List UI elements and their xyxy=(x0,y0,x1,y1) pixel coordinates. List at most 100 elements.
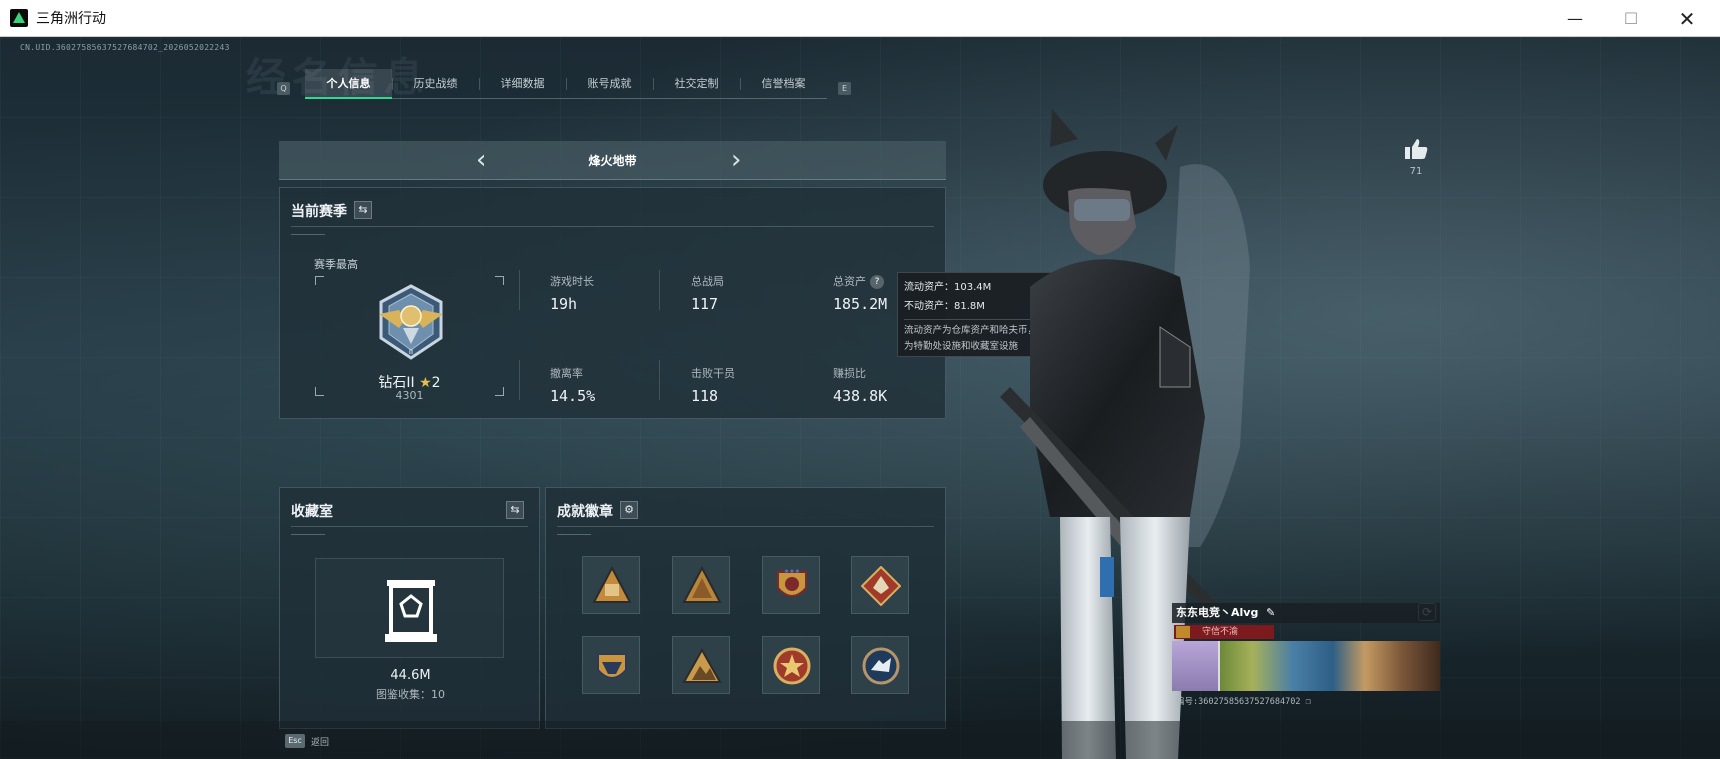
edit-icon[interactable]: ✎ xyxy=(1266,606,1275,619)
profile-card[interactable]: 东东电竞丶Alvg ✎ 守信不渝 编号:36027585637527684702… xyxy=(1172,603,1440,709)
collection-title: 收藏室 xyxy=(291,504,333,520)
display-case-icon xyxy=(385,580,437,642)
stat-label: 赚损比 xyxy=(833,367,866,380)
achievement-badges-panel[interactable]: 成就徽章 ⚙ ★★★ xyxy=(545,487,946,729)
stat-separator xyxy=(519,360,520,400)
achievement-badge[interactable] xyxy=(582,636,640,694)
divider-accent xyxy=(557,534,591,535)
achievement-badge[interactable] xyxy=(851,556,909,614)
tab-social-custom[interactable]: 社交定制 xyxy=(653,69,740,99)
profile-uid: 编号:36027585637527684702 ❐ xyxy=(1176,695,1311,707)
window-title: 三角洲行动 xyxy=(36,10,106,26)
achievement-badge[interactable]: ★★★ xyxy=(762,556,820,614)
triangle-badge-icon xyxy=(592,566,632,603)
mode-next-button[interactable]: › xyxy=(731,147,741,173)
achievements-title: 成就徽章 xyxy=(557,504,613,520)
minimize-button[interactable]: — xyxy=(1547,0,1603,37)
stat-separator xyxy=(659,270,660,310)
profile-name: 东东电竞丶Alvg xyxy=(1176,606,1259,619)
mode-label: 烽火地带 xyxy=(588,154,637,168)
divider xyxy=(291,526,528,527)
divider xyxy=(291,226,934,227)
achievement-badge[interactable] xyxy=(851,636,909,694)
esc-key[interactable]: Esc xyxy=(285,734,305,748)
diamond-rank-badge-icon: II xyxy=(379,284,443,360)
season-high-label: 赛季最高 xyxy=(314,258,358,271)
title-emblem-icon xyxy=(1176,626,1190,638)
mountain-badge-icon xyxy=(682,647,722,683)
stat-value: 117 xyxy=(691,295,719,313)
copy-icon[interactable]: ❐ xyxy=(1306,697,1311,707)
season-switch-button[interactable]: ⇆ xyxy=(354,201,372,219)
stat-operators-defeated: 击败干员 118 xyxy=(691,365,735,405)
achievement-badge[interactable] xyxy=(672,556,730,614)
collection-room-panel[interactable]: 收藏室 ⇆ 44.6M 图鉴收集：10 xyxy=(279,487,540,729)
wolf-circle-badge-icon xyxy=(862,647,900,685)
app-logo-icon xyxy=(10,9,28,27)
frame-corner xyxy=(495,276,504,285)
tab-history[interactable]: 历史战绩 xyxy=(392,69,479,99)
achievement-badge[interactable] xyxy=(672,636,730,694)
window-titlebar: 三角洲行动 — ☐ ✕ xyxy=(0,0,1720,37)
stat-total-matches: 总战局 117 xyxy=(691,273,724,313)
tab-personal-info[interactable]: 个人信息 xyxy=(305,69,392,99)
emblem-badge-icon xyxy=(597,653,627,679)
achievement-badge[interactable] xyxy=(762,636,820,694)
collection-switch-button[interactable]: ⇆ xyxy=(506,501,524,519)
maximize-button[interactable]: ☐ xyxy=(1603,0,1659,37)
game-viewport: CN.UID.36027585637527684702_202605202224… xyxy=(0,37,1720,759)
divider xyxy=(557,526,934,527)
stat-label: 总战局 xyxy=(691,275,724,288)
stat-label: 游戏时长 xyxy=(550,275,594,288)
back-label[interactable]: 返回 xyxy=(311,735,329,748)
stat-extraction-rate: 撤离率 14.5% xyxy=(550,365,595,405)
like-count: 71 xyxy=(1409,166,1423,177)
star-circle-badge-icon xyxy=(773,647,811,685)
thumbs-up-icon[interactable] xyxy=(1404,138,1428,160)
svg-text:II: II xyxy=(409,348,413,356)
tab-next-key[interactable]: E xyxy=(838,82,851,95)
rank-score: 4301 xyxy=(395,389,424,402)
player-uid: CN.UID.36027585637527684702_202605202224… xyxy=(20,43,230,52)
stat-label: 撤离率 xyxy=(550,367,583,380)
pyramid-badge-icon xyxy=(682,566,722,603)
stat-label: 总资产? xyxy=(833,273,887,289)
profile-uid-text: 编号:36027585637527684702 xyxy=(1176,697,1301,707)
divider-accent xyxy=(291,534,325,535)
avatar[interactable] xyxy=(1172,641,1220,691)
achievements-settings-button[interactable]: ⚙ xyxy=(620,501,638,519)
stat-value: 118 xyxy=(691,387,719,405)
shield-star-badge-icon: ★★★ xyxy=(777,568,807,597)
achievement-badge[interactable] xyxy=(582,556,640,614)
tab-account-achievements[interactable]: 账号成就 xyxy=(566,69,653,99)
stat-profit-loss: 赚损比 438.8K xyxy=(833,365,887,405)
bottom-bar xyxy=(0,721,1720,759)
frame-corner xyxy=(315,276,324,285)
current-season-panel: 当前赛季 ⇆ 赛季最高 II 钻石II ★2 4301 游戏时长 19h 总战局… xyxy=(279,187,946,419)
stat-value: 14.5% xyxy=(550,387,596,405)
profile-name-row: 东东电竞丶Alvg ✎ xyxy=(1172,603,1440,623)
stat-label-text: 总资产 xyxy=(833,275,866,288)
season-title: 当前赛季 xyxy=(291,204,347,220)
collection-count: 图鉴收集：10 xyxy=(376,688,445,701)
stat-value: 438.8K xyxy=(833,387,888,405)
collection-value: 44.6M xyxy=(390,668,431,683)
stat-separator xyxy=(659,360,660,400)
help-icon[interactable]: ? xyxy=(870,275,884,289)
stat-value: 19h xyxy=(550,295,578,313)
stat-label: 击败干员 xyxy=(691,367,735,380)
rank-frame: II 钻石II ★2 4301 xyxy=(315,276,504,402)
tab-detailed-data[interactable]: 详细数据 xyxy=(479,69,566,99)
gear-icon: ⚙ xyxy=(624,503,634,516)
stat-separator xyxy=(519,270,520,310)
tab-credit-record[interactable]: 信誉档案 xyxy=(740,69,827,99)
divider-accent xyxy=(291,234,325,235)
stat-total-assets: 总资产? 185.2M xyxy=(833,273,887,313)
like-widget[interactable]: 71 xyxy=(1401,138,1431,177)
mode-selector: ‹ 烽火地带 › xyxy=(279,141,946,180)
wolf-diamond-badge-icon xyxy=(861,566,901,606)
stat-play-time: 游戏时长 19h xyxy=(550,273,594,313)
tab-prev-key[interactable]: Q xyxy=(277,82,290,95)
tab-bar: 个人信息 历史战绩 详细数据 账号成就 社交定制 信誉档案 xyxy=(305,69,827,99)
close-button[interactable]: ✕ xyxy=(1659,0,1715,37)
